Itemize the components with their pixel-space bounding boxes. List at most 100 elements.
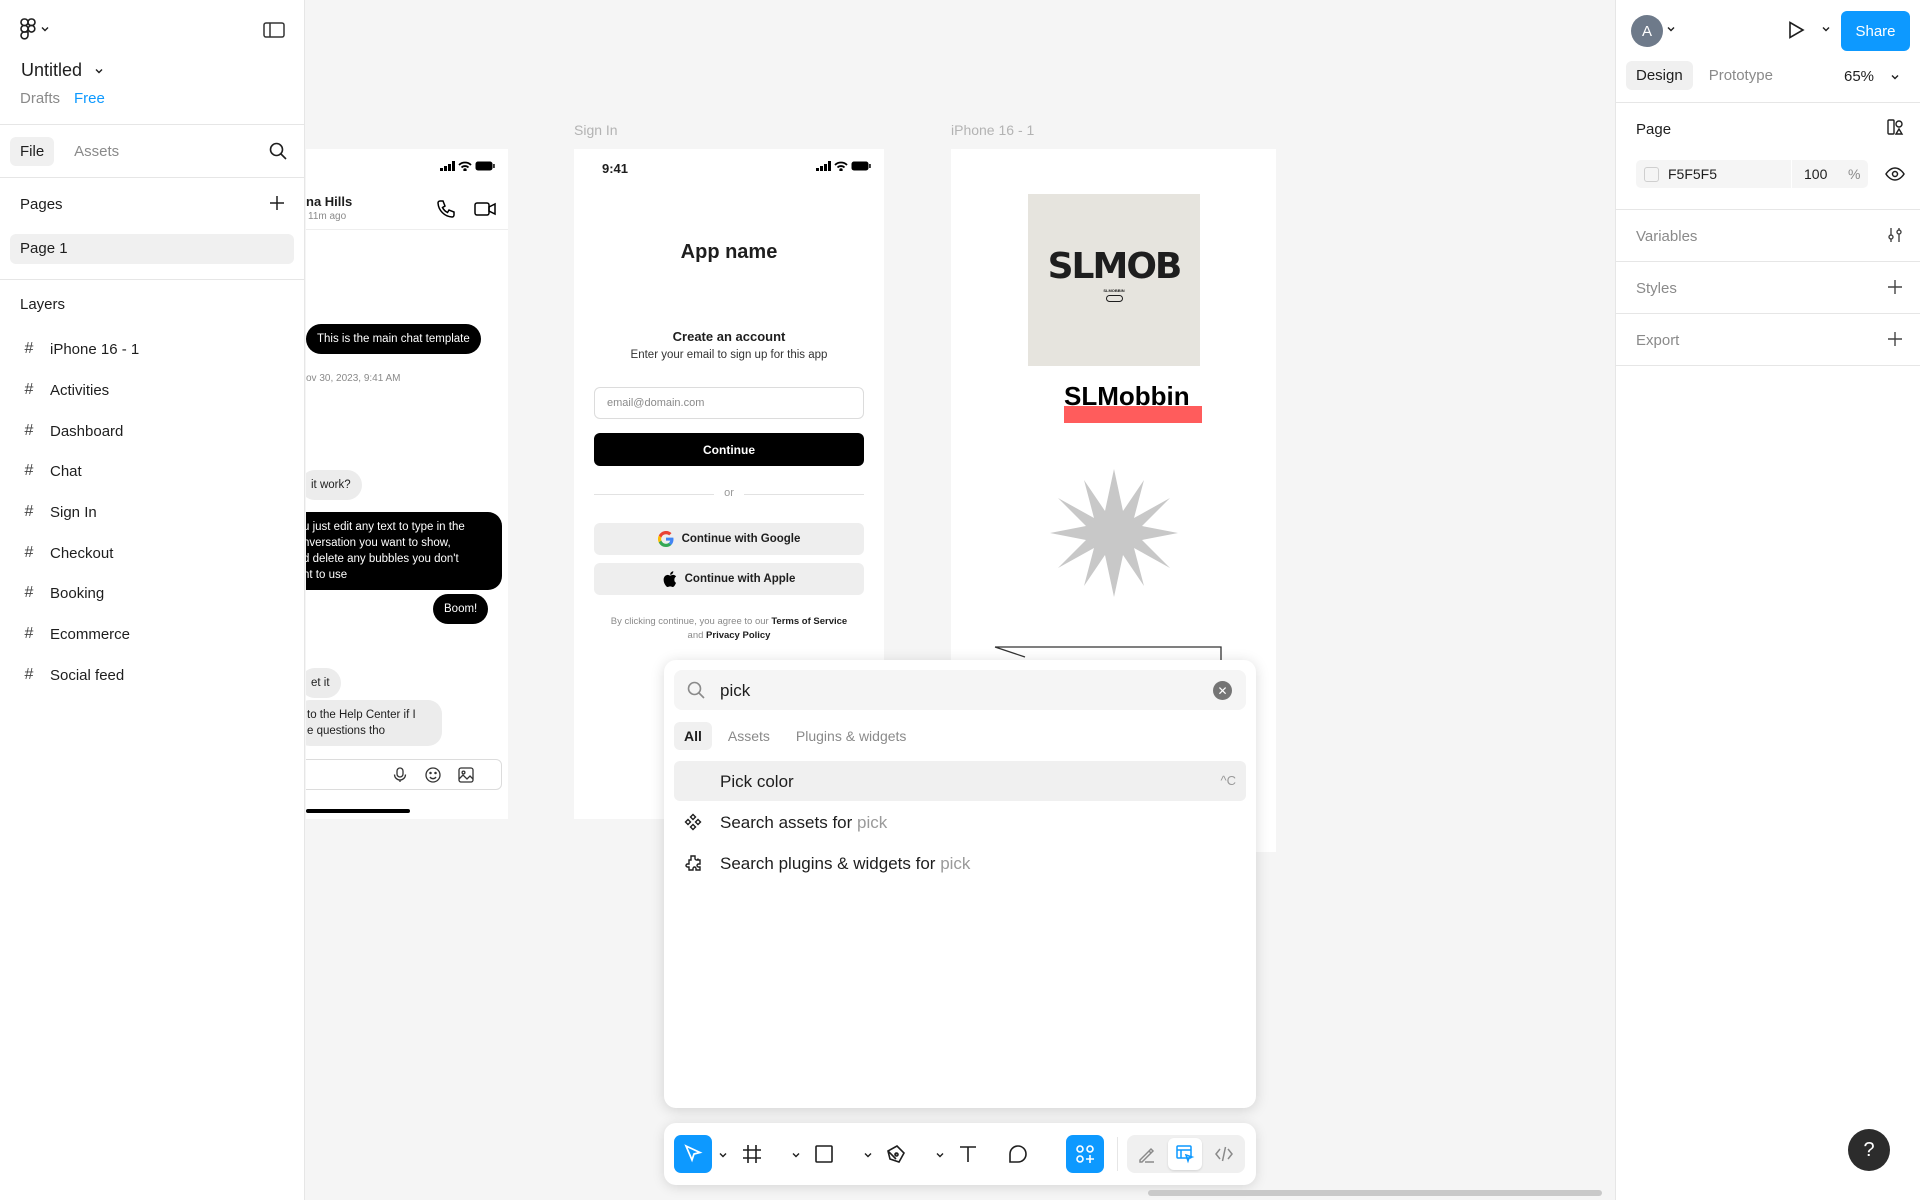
wifi-icon <box>834 161 848 171</box>
email-field[interactable]: email@domain.com <box>594 387 864 419</box>
chevron-down-icon[interactable] <box>718 1150 728 1160</box>
chevron-down-icon[interactable] <box>1821 24 1831 34</box>
chevron-down-icon <box>1891 74 1899 79</box>
clear-search-button[interactable]: ✕ <box>1213 681 1232 700</box>
video-icon[interactable] <box>474 201 496 217</box>
search-icon <box>687 681 705 699</box>
create-account-title: Create an account <box>672 329 786 344</box>
layer-item[interactable]: # Dashboard <box>22 422 124 440</box>
terms-and: and <box>687 630 704 641</box>
emoji-icon[interactable] <box>425 767 441 783</box>
privacy-link[interactable]: Privacy Policy <box>706 630 770 641</box>
file-location[interactable]: Drafts <box>20 90 60 107</box>
variables-icon[interactable] <box>1886 226 1904 244</box>
actions-button[interactable] <box>1066 1135 1104 1173</box>
chevron-down-icon[interactable] <box>863 1150 873 1160</box>
pages-section: Pages Page 1 <box>0 178 304 280</box>
or-divider: or <box>594 487 864 499</box>
tab-assets[interactable]: Assets <box>64 137 129 166</box>
search-input[interactable] <box>720 681 1170 701</box>
shortcut-hint: ^C <box>1220 773 1237 788</box>
last-seen: 11m ago <box>308 211 347 222</box>
move-tool-button[interactable] <box>674 1135 712 1173</box>
divider <box>1616 261 1920 262</box>
present-icon[interactable] <box>1786 20 1806 40</box>
chat-bubble: Boom! <box>433 594 489 624</box>
chevron-down-icon[interactable] <box>935 1150 945 1160</box>
logo-text: SLMOB <box>1047 246 1183 287</box>
share-button[interactable]: Share <box>1841 11 1910 51</box>
page-item[interactable]: Page 1 <box>10 234 294 264</box>
message-input[interactable] <box>306 759 502 790</box>
main-menu-button[interactable] <box>20 18 50 40</box>
layer-item[interactable]: # Activities <box>22 381 110 399</box>
frame-icon: # <box>24 666 34 683</box>
avatar[interactable]: A <box>1631 15 1663 47</box>
search-icon <box>269 142 287 160</box>
plan-badge[interactable]: Free <box>74 90 105 107</box>
color-swatch[interactable] <box>1644 167 1659 182</box>
search-tabs: All Assets Plugins & widgets <box>674 722 916 750</box>
local-variables-icon[interactable] <box>1886 118 1904 136</box>
phone-icon[interactable] <box>436 199 456 219</box>
image-icon[interactable] <box>458 767 474 783</box>
apple-label: Continue with Apple <box>684 573 796 585</box>
layer-item[interactable]: # Sign In <box>22 503 97 521</box>
microphone-icon[interactable] <box>393 767 407 783</box>
frame-tool-button[interactable] <box>733 1135 771 1173</box>
eye-icon[interactable] <box>1885 166 1905 182</box>
layer-item[interactable]: # iPhone 16 - 1 <box>22 340 140 358</box>
result-search-assets[interactable]: Search assets for pick <box>674 802 1246 842</box>
page-opacity[interactable]: 100 <box>1804 166 1827 182</box>
continue-button[interactable]: Continue <box>594 433 864 466</box>
terms-text: By clicking continue, you agree to our T… <box>594 615 864 643</box>
result-search-plugins[interactable]: Search plugins & widgets for pick <box>674 843 1246 883</box>
plus-icon[interactable] <box>1886 330 1904 348</box>
code-mode-icon[interactable] <box>1214 1144 1234 1164</box>
page-color-hex[interactable]: F5F5F5 <box>1668 166 1717 182</box>
cursor-icon <box>684 1144 703 1163</box>
layer-item[interactable]: # Checkout <box>22 544 114 562</box>
tab-all[interactable]: All <box>674 722 712 750</box>
google-button[interactable]: Continue with Google <box>594 523 864 555</box>
text-tool-button[interactable] <box>949 1135 987 1173</box>
toggle-sidebar-button[interactable] <box>262 20 286 45</box>
layer-item[interactable]: # Social feed <box>22 666 125 684</box>
comment-tool-button[interactable] <box>999 1135 1037 1173</box>
status-icons <box>816 161 871 171</box>
layer-item[interactable]: # Booking <box>22 584 105 602</box>
plus-icon[interactable] <box>1886 278 1904 296</box>
layer-item[interactable]: # Ecommerce <box>22 625 130 643</box>
rectangle-icon <box>815 1145 833 1163</box>
horizontal-scrollbar[interactable] <box>1148 1190 1602 1196</box>
mode-switcher <box>1127 1135 1245 1173</box>
draw-mode-icon[interactable] <box>1137 1144 1157 1164</box>
chevron-down-icon[interactable] <box>1666 24 1676 34</box>
zoom-control[interactable]: 65% <box>1844 68 1900 85</box>
chat-frame[interactable]: na Hills 11m ago This is the main chat t… <box>306 149 508 819</box>
frame-label[interactable]: Sign In <box>574 122 618 138</box>
tab-assets[interactable]: Assets <box>718 722 780 750</box>
frame-icon: # <box>24 503 34 520</box>
tab-plugins-widgets[interactable]: Plugins & widgets <box>786 722 917 750</box>
result-pick-color[interactable]: Pick color ^C <box>674 761 1246 801</box>
tab-file[interactable]: File <box>10 136 55 166</box>
file-name-button[interactable]: Untitled <box>21 60 104 81</box>
help-button[interactable]: ? <box>1848 1129 1890 1171</box>
rectangle-tool-button[interactable] <box>805 1135 843 1173</box>
search-layers-button[interactable] <box>268 141 288 166</box>
tab-design[interactable]: Design <box>1626 61 1693 90</box>
frame-label[interactable]: iPhone 16 - 1 <box>951 122 1034 138</box>
search-box[interactable]: ✕ <box>674 670 1246 710</box>
result-query: pick <box>940 854 971 873</box>
layer-item[interactable]: # Chat <box>22 462 82 480</box>
apple-button[interactable]: Continue with Apple <box>594 563 864 595</box>
page-color-field[interactable]: F5F5F5 100 % <box>1636 160 1868 188</box>
terms-prefix: By clicking continue, you agree to our <box>610 616 769 627</box>
design-mode-icon[interactable] <box>1175 1144 1195 1164</box>
chevron-down-icon[interactable] <box>791 1150 801 1160</box>
add-page-button[interactable] <box>268 194 286 217</box>
pen-tool-button[interactable] <box>877 1135 915 1173</box>
terms-link[interactable]: Terms of Service <box>771 616 847 627</box>
tab-prototype[interactable]: Prototype <box>1699 61 1783 90</box>
